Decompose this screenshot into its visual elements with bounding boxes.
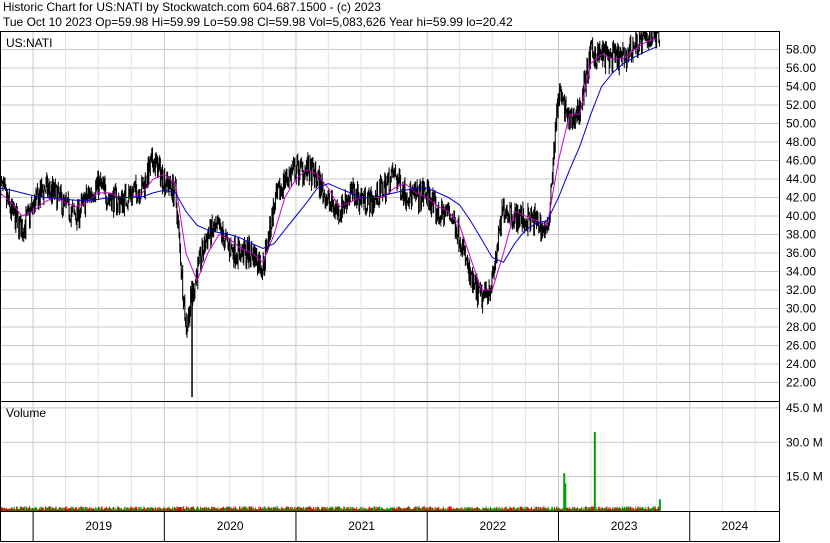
year-label: 2019 xyxy=(85,519,112,533)
volume-bars xyxy=(0,431,661,511)
price-panel-label: US:NATI xyxy=(6,36,52,50)
volume-panel-label: Volume xyxy=(6,406,46,420)
price-tick-label: 54.00 xyxy=(786,80,816,94)
price-tick-label: 36.00 xyxy=(786,246,816,260)
price-tick-label: 30.00 xyxy=(786,302,816,316)
price-tick-label: 34.00 xyxy=(786,265,816,279)
price-tick-label: 22.00 xyxy=(786,376,816,390)
price-grid xyxy=(0,31,780,541)
chart-header: Historic Chart for US:NATI by Stockwatch… xyxy=(3,0,513,30)
year-strip-border xyxy=(0,511,780,542)
price-tick-label: 38.00 xyxy=(786,228,816,242)
year-label: 2021 xyxy=(348,519,375,533)
volume-grid xyxy=(0,407,780,478)
year-label: 2023 xyxy=(611,519,638,533)
price-tick-label: 56.00 xyxy=(786,61,816,75)
volume-axis: 45.0 M 30.0 M 15.0 M xyxy=(786,401,823,484)
price-tick-label: 42.00 xyxy=(786,191,816,205)
price-tick-label: 24.00 xyxy=(786,357,816,371)
price-tick-label: 52.00 xyxy=(786,98,816,112)
price-tick-label: 58.00 xyxy=(786,43,816,57)
quote-line: Tue Oct 10 2023 Op=59.98 Hi=59.99 Lo=59.… xyxy=(3,15,513,29)
price-tick-label: 46.00 xyxy=(786,154,816,168)
price-bars xyxy=(0,31,661,398)
year-label: 2024 xyxy=(722,519,749,533)
price-tick-label: 48.00 xyxy=(786,135,816,149)
year-axis: 2019 2020 2021 2022 2023 2024 xyxy=(85,519,748,533)
chart-title: Historic Chart for US:NATI by Stockwatch… xyxy=(3,0,381,14)
price-tick-label: 28.00 xyxy=(786,320,816,334)
price-tick-label: 32.00 xyxy=(786,283,816,297)
chart-canvas: 58.00 56.00 54.00 52.00 50.00 48.00 46.00 44.00… xyxy=(0,31,823,542)
price-tick-label: 44.00 xyxy=(786,172,816,186)
volume-panel-border xyxy=(0,401,780,512)
price-axis: 58.00 56.00 54.00 52.00 50.00 48.00 46.00 44.00… xyxy=(786,43,816,390)
year-label: 2022 xyxy=(479,519,506,533)
price-tick-label: 50.00 xyxy=(786,117,816,131)
year-label: 2020 xyxy=(217,519,244,533)
volume-tick-label: 30.0 M xyxy=(786,435,823,449)
volume-tick-label: 45.0 M xyxy=(786,401,823,415)
price-tick-label: 40.00 xyxy=(786,209,816,223)
volume-tick-label: 15.0 M xyxy=(786,470,823,484)
price-tick-label: 26.00 xyxy=(786,339,816,353)
